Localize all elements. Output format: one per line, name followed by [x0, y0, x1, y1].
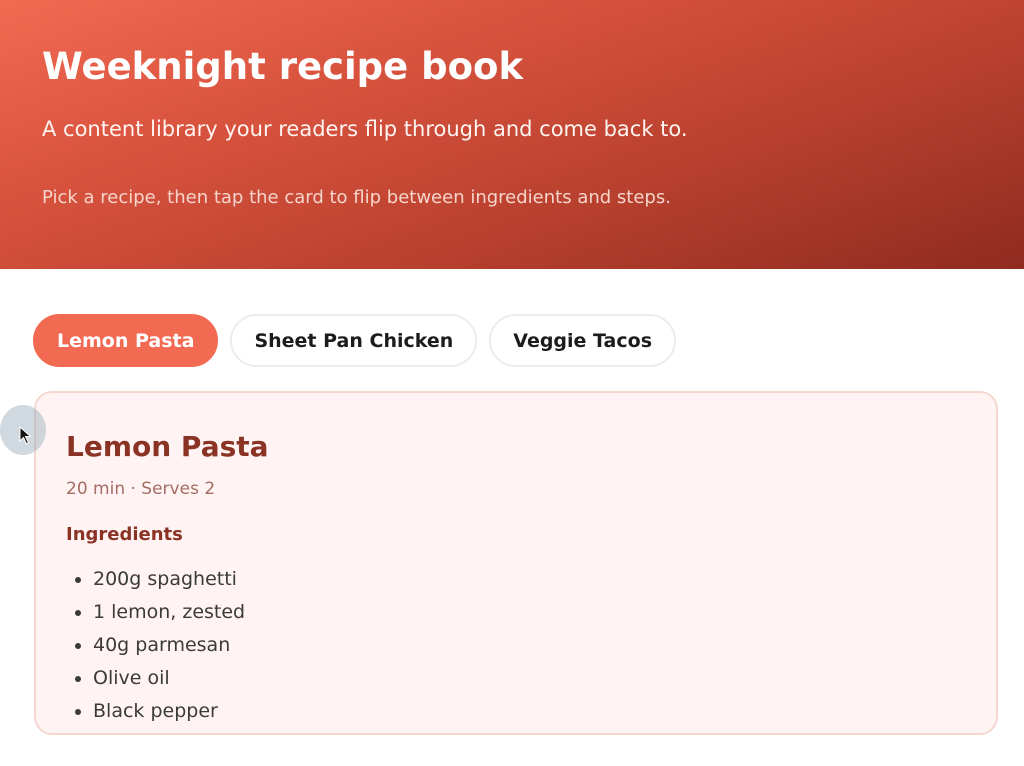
ingredient-item: Black pepper — [93, 695, 245, 728]
instructions-text: Pick a recipe, then tap the card to flip… — [42, 187, 671, 208]
tab-sheet-pan-chicken[interactable]: Sheet Pan Chicken — [230, 314, 478, 367]
ingredient-item: 40g parmesan — [93, 629, 245, 662]
ingredient-item: Olive oil — [93, 662, 245, 695]
recipe-card[interactable]: Lemon Pasta 20 min · Serves 2 Ingredient… — [34, 391, 998, 735]
page-title: Weeknight recipe book — [42, 45, 524, 88]
recipe-title: Lemon Pasta — [66, 430, 269, 463]
mouse-pointer-icon — [19, 426, 32, 445]
recipe-meta: 20 min · Serves 2 — [66, 479, 216, 499]
hero-banner: Weeknight recipe book A content library … — [0, 0, 1024, 269]
ingredients-heading: Ingredients — [66, 524, 183, 545]
tab-lemon-pasta[interactable]: Lemon Pasta — [33, 314, 219, 367]
page-subtitle: A content library your readers flip thro… — [42, 117, 688, 141]
recipe-tabs: Lemon Pasta Sheet Pan Chicken Veggie Tac… — [33, 314, 677, 367]
ingredients-list: 200g spaghetti 1 lemon, zested 40g parme… — [66, 563, 245, 728]
tab-veggie-tacos[interactable]: Veggie Tacos — [489, 314, 677, 367]
ingredient-item: 1 lemon, zested — [93, 596, 245, 629]
ingredient-item: 200g spaghetti — [93, 563, 245, 596]
